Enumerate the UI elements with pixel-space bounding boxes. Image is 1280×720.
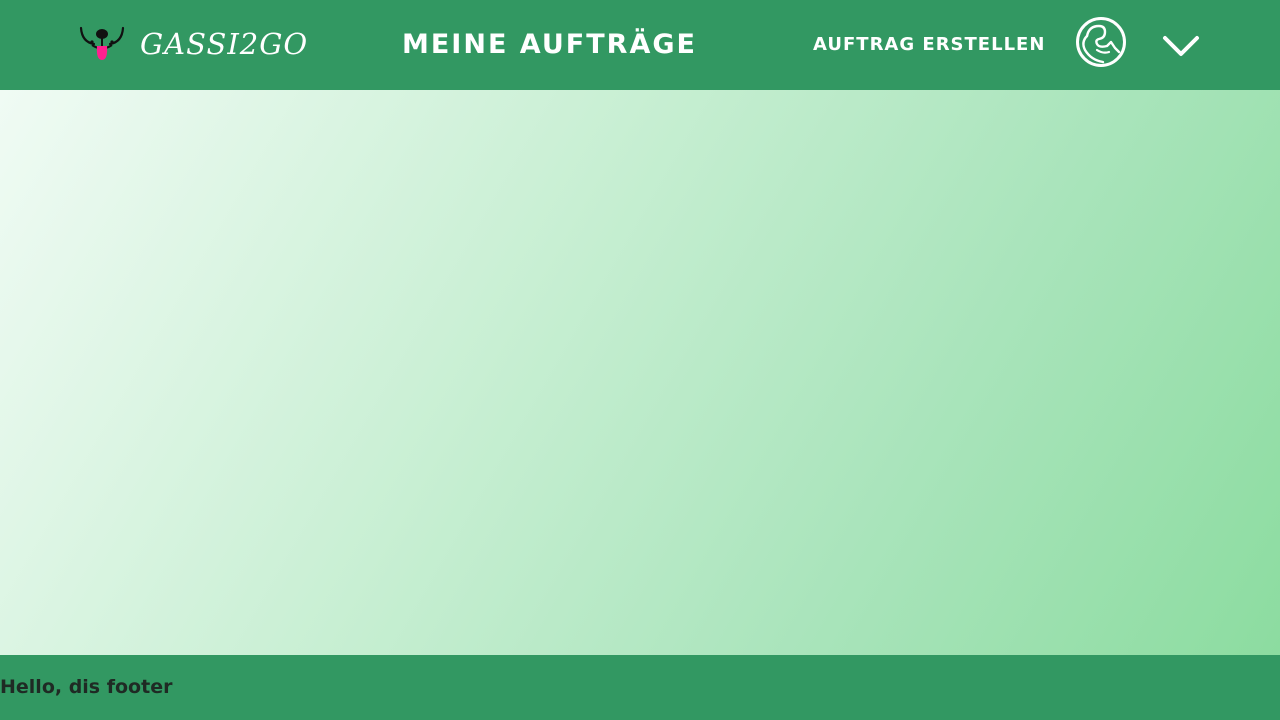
dog-profile-avatar-icon	[1076, 17, 1126, 67]
chevron-down-icon	[1163, 36, 1199, 56]
profile-button[interactable]	[1075, 16, 1127, 68]
dog-face-logo-icon	[79, 26, 125, 60]
menu-toggle-button[interactable]	[1161, 32, 1201, 60]
brand-name[interactable]: GASSI2GO	[140, 24, 308, 64]
logo[interactable]	[78, 22, 126, 62]
footer-text: Hello, dis footer	[0, 676, 173, 698]
footer: Hello, dis footer	[0, 655, 1280, 720]
create-order-link[interactable]: AUFTRAG ERSTELLEN	[813, 33, 1045, 57]
top-navigation-bar: GASSI2GO MEINE AUFTRÄGE AUFTRAG ERSTELLE…	[0, 0, 1280, 90]
main-content-area	[0, 90, 1280, 655]
page-title: MEINE AUFTRÄGE	[402, 29, 697, 60]
